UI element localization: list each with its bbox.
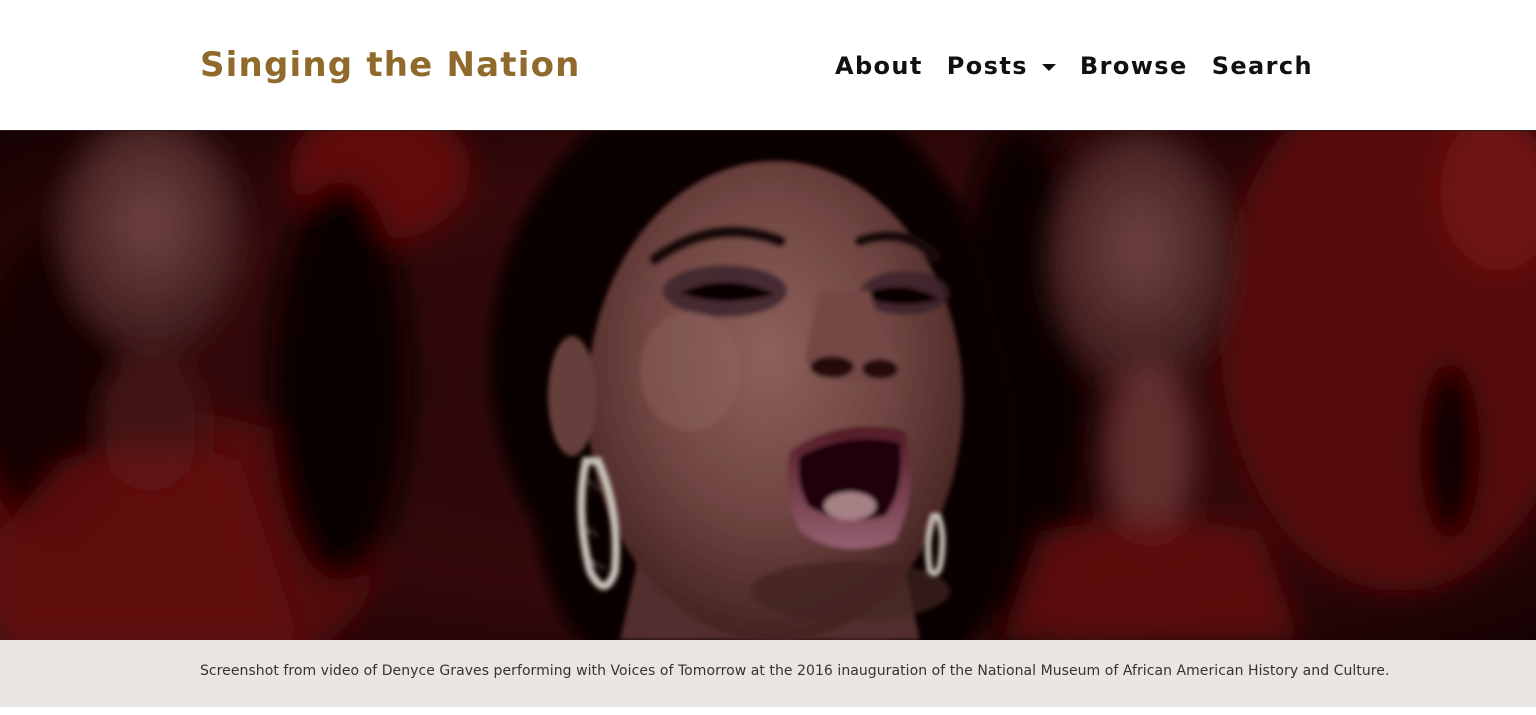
caret-down-icon (1041, 63, 1056, 71)
main-nav: About Posts Browse Search (811, 48, 1313, 84)
nav-posts-dropdown[interactable]: Posts (947, 48, 1056, 84)
nav-browse-link[interactable]: Browse (1080, 48, 1188, 84)
site-header: Singing the Nation About Posts Browse Se… (0, 0, 1536, 131)
hero-caption-bar: Screenshot from video of Denyce Graves p… (0, 640, 1536, 707)
nav-about-label: About (834, 52, 923, 80)
nav-about-link[interactable]: About (835, 48, 923, 84)
singer-performance-photo (0, 131, 1536, 640)
nav-search-label: Search (1211, 52, 1313, 80)
nav-browse-label: Browse (1079, 52, 1188, 80)
hero-caption: Screenshot from video of Denyce Graves p… (200, 663, 1390, 679)
nav-posts-label: Posts (946, 52, 1028, 80)
site-title-link[interactable]: Singing the Nation (200, 43, 581, 87)
nav-search-link[interactable]: Search (1212, 48, 1313, 84)
hero-image (0, 131, 1536, 640)
